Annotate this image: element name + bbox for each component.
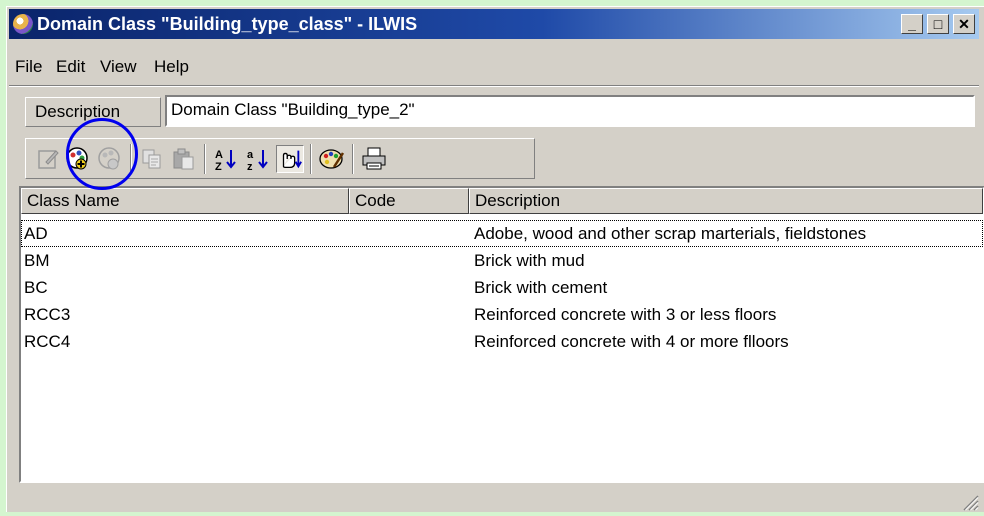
sort-descending-icon[interactable]: a z (244, 145, 272, 173)
class-name-cell: BC (24, 278, 48, 297)
table-row[interactable]: AD Adobe, wood and other scrap marterial… (21, 220, 983, 247)
description-cell: Brick with mud (474, 251, 585, 270)
description-label: Description (25, 97, 161, 127)
toolbar: A Z a z (25, 138, 535, 179)
maximize-button[interactable]: □ (927, 14, 949, 34)
close-button[interactable]: ✕ (953, 14, 975, 34)
title-bar[interactable]: Domain Class "Building_type_class" - ILW… (9, 9, 979, 39)
toolbar-separator (352, 144, 354, 174)
class-name-cell: AD (24, 224, 48, 243)
toolbar-separator (204, 144, 206, 174)
class-name-cell: BM (24, 251, 50, 270)
sort-ascending-icon[interactable]: A Z (212, 145, 240, 173)
add-item-icon[interactable] (64, 145, 92, 173)
column-header-description[interactable]: Description (469, 188, 983, 214)
application-window: Domain Class "Building_type_class" - ILW… (6, 6, 984, 512)
description-cell: Reinforced concrete with 3 or less floor… (474, 305, 777, 324)
table-row[interactable]: BC Brick with cement (21, 274, 983, 301)
toolbar-separator (310, 144, 312, 174)
table-row[interactable]: BM Brick with mud (21, 247, 983, 274)
menu-file[interactable]: File (15, 57, 42, 77)
svg-text:a: a (247, 149, 254, 161)
status-bar (9, 487, 981, 513)
table-row[interactable]: RCC3 Reinforced concrete with 3 or less … (21, 301, 983, 328)
svg-text:Z: Z (215, 161, 222, 173)
column-header-code[interactable]: Code (349, 188, 469, 214)
description-cell: Reinforced concrete with 4 or more flloo… (474, 332, 789, 351)
ilwis-app-icon[interactable] (13, 14, 33, 34)
delete-item-icon[interactable] (96, 145, 124, 173)
menu-view[interactable]: View (100, 57, 137, 77)
menu-help[interactable]: Help (154, 57, 189, 77)
description-cell: Adobe, wood and other scrap marterials, … (474, 224, 867, 243)
column-header-class-name[interactable]: Class Name (21, 188, 349, 214)
minimize-button[interactable]: _ (901, 14, 923, 34)
menu-separator (9, 85, 979, 87)
window-title: Domain Class "Building_type_class" - ILW… (37, 14, 418, 34)
representation-icon[interactable] (318, 145, 346, 173)
class-table: Class Name Code Description AD Adobe, wo… (19, 186, 984, 483)
toolbar-separator (130, 144, 132, 174)
resize-grip-icon[interactable] (961, 493, 979, 511)
svg-text:z: z (247, 161, 253, 173)
table-row[interactable]: RCC4 Reinforced concrete with 4 or more … (21, 328, 983, 355)
print-icon[interactable] (360, 145, 388, 173)
description-cell: Brick with cement (474, 278, 608, 297)
class-name-cell: RCC3 (24, 305, 71, 324)
svg-text:A: A (215, 149, 223, 161)
copy-icon[interactable] (138, 145, 166, 173)
custom-sort-icon[interactable] (276, 145, 304, 173)
class-name-cell: RCC4 (24, 332, 71, 351)
description-field[interactable]: Domain Class "Building_type_2" (165, 95, 975, 127)
edit-icon[interactable] (34, 145, 62, 173)
paste-icon[interactable] (170, 145, 198, 173)
menu-edit[interactable]: Edit (56, 57, 85, 77)
